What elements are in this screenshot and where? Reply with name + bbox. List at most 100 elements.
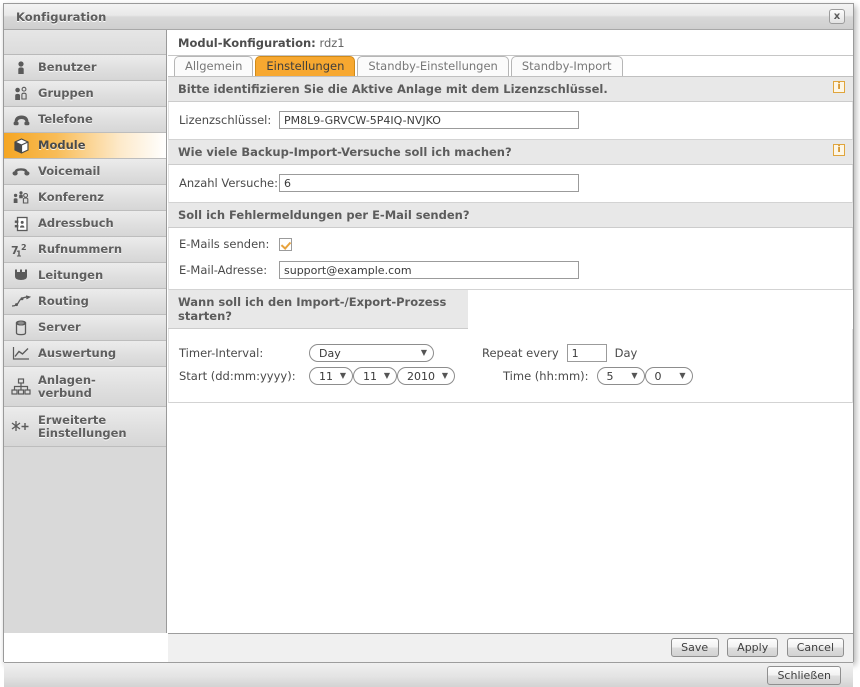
sidebar-item-label: Benutzer (38, 60, 97, 74)
email-section-heading: Soll ich Fehlermeldungen per E-Mail send… (168, 203, 853, 228)
sidebar-item-adressbuch[interactable]: Adressbuch (4, 211, 166, 237)
phone-icon (4, 113, 38, 126)
sidebar-item-label: Routing (38, 294, 89, 308)
send-emails-checkbox[interactable] (279, 237, 292, 251)
tab-einstellungen[interactable]: Einstellungen (255, 56, 356, 76)
schedule-section-body: Timer-Interval: Day ▼ Repeat every Day S… (168, 329, 853, 403)
info-icon[interactable]: i (833, 144, 845, 156)
time-minute-value: 0 (654, 369, 662, 383)
sidebar-item-label: Adressbuch (38, 216, 114, 230)
configuration-window: Konfiguration x Benutzer Gruppen Telefon… (3, 3, 854, 687)
sidebar-item-anlagenverbund[interactable]: Anlagen- verbund (4, 367, 166, 407)
attempts-section-heading: Wie viele Backup-Import-Versuche soll ic… (168, 140, 853, 165)
tab-standby-import[interactable]: Standby-Import (510, 56, 623, 76)
sidebar-item-erweiterte-einstellungen[interactable]: Erweiterte Einstellungen (4, 407, 166, 447)
sidebar-header-spacer (4, 30, 166, 55)
license-field-row: Lizenzschlüssel: (179, 111, 842, 129)
sidebar-item-rufnummern[interactable]: 712 Rufnummern (4, 237, 166, 263)
email-address-input[interactable] (279, 261, 579, 279)
time-hour-value: 5 (606, 369, 614, 383)
time-minute-select[interactable]: 0 ▼ (644, 367, 693, 385)
window-body: Benutzer Gruppen Telefone Module Voicema… (4, 30, 853, 687)
start-month-select[interactable]: 11 ▼ (353, 367, 397, 385)
license-section-heading: Bitte identifizieren Sie die Aktive Anla… (168, 77, 853, 102)
sidebar-item-label: Gruppen (38, 86, 94, 100)
sidebar-item-label: Voicemail (38, 164, 101, 178)
sidebar-item-konferenz[interactable]: Konferenz (4, 185, 166, 211)
attempts-label: Anzahl Versuche: (179, 176, 278, 190)
user-icon (4, 60, 38, 75)
attempts-section-body: Anzahl Versuche: (168, 165, 853, 203)
email-section-body: E-Mails senden: E-Mail-Adresse: (168, 228, 853, 290)
server-icon (4, 319, 38, 336)
email-address-row: E-Mail-Adresse: (179, 261, 842, 279)
send-emails-label: E-Mails senden: (179, 237, 270, 251)
attempts-field-row: Anzahl Versuche: (179, 174, 842, 192)
sidebar-item-leitungen[interactable]: Leitungen (4, 263, 166, 289)
box-icon (4, 137, 38, 154)
sidebar-item-label: Module (38, 138, 86, 152)
sidebar-item-voicemail[interactable]: Voicemail (4, 159, 166, 185)
chevron-down-icon: ▼ (383, 371, 390, 380)
tab-allgemein[interactable]: Allgemein (174, 56, 254, 76)
close-icon[interactable]: x (829, 9, 845, 24)
start-day-value: 11 (319, 369, 333, 383)
sidebar-item-routing[interactable]: Routing (4, 289, 166, 315)
repeat-unit-label: Day (614, 346, 638, 360)
window-bottom-bar: Schließen (4, 662, 853, 687)
license-key-input[interactable] (279, 111, 579, 129)
network-icon (4, 377, 38, 396)
apply-button[interactable]: Apply (727, 638, 779, 657)
info-icon[interactable]: i (833, 81, 845, 93)
sidebar-item-label: Anlagen- verbund (38, 372, 96, 400)
cancel-button[interactable]: Cancel (786, 638, 844, 657)
time-label: Time (hh:mm): (503, 369, 589, 383)
sidebar-item-gruppen[interactable]: Gruppen (4, 81, 166, 107)
sidebar-item-auswertung[interactable]: Auswertung (4, 341, 166, 367)
attempts-input[interactable] (279, 174, 579, 192)
start-day-select[interactable]: 11 ▼ (309, 367, 353, 385)
start-year-select[interactable]: 2010 ▼ (397, 367, 455, 385)
start-year-value: 2010 (407, 369, 435, 383)
addressbook-icon (4, 216, 38, 232)
time-hour-select[interactable]: 5 ▼ (596, 367, 645, 385)
email-heading-text: Soll ich Fehlermeldungen per E-Mail send… (178, 208, 470, 222)
chart-icon (4, 346, 38, 361)
start-date-label: Start (dd:mm:yyyy): (179, 369, 296, 383)
sidebar-item-telefone[interactable]: Telefone (4, 107, 166, 133)
attempts-heading-text: Wie viele Backup-Import-Versuche soll ic… (178, 145, 512, 159)
chevron-down-icon: ▼ (441, 371, 448, 380)
svg-text:2: 2 (21, 243, 27, 252)
save-button[interactable]: Save (670, 638, 719, 657)
numbers-icon: 712 (4, 242, 38, 257)
sidebar-item-label: Auswertung (38, 346, 117, 360)
sidebar-item-label: Erweiterte Einstellungen (38, 412, 127, 440)
advanced-icon (4, 419, 38, 434)
repeat-every-input[interactable] (566, 344, 607, 362)
main-content: Modul-Konfiguration: rdz1 Allgemein Einst… (168, 30, 853, 633)
sidebar-item-label: Server (38, 320, 81, 334)
sidebar-item-server[interactable]: Server (4, 315, 166, 341)
sidebar-item-label: Konferenz (38, 190, 104, 204)
module-name: rdz1 (319, 36, 345, 50)
close-button[interactable]: Schließen (767, 666, 841, 685)
timer-interval-row: Timer-Interval: Day ▼ Repeat every Day (179, 344, 842, 362)
sidebar-item-module[interactable]: Module (4, 133, 166, 159)
sidebar-item-benutzer[interactable]: Benutzer (4, 55, 166, 81)
module-header-label: Modul-Konfiguration: (178, 36, 316, 50)
schedule-section-heading: Wann soll ich den Import-/Export-Prozess… (168, 290, 468, 329)
conference-icon (4, 190, 38, 205)
chevron-down-icon: ▼ (631, 371, 638, 380)
group-icon (4, 86, 38, 101)
timer-interval-select[interactable]: Day ▼ (309, 344, 434, 362)
license-heading-text: Bitte identifizieren Sie die Aktive Anla… (178, 82, 608, 96)
timer-interval-label: Timer-Interval: (179, 346, 264, 360)
tab-standby-einstellungen[interactable]: Standby-Einstellungen (357, 56, 509, 76)
send-emails-row: E-Mails senden: (179, 237, 842, 251)
schedule-heading-text: Wann soll ich den Import-/Export-Prozess… (178, 295, 447, 323)
timer-interval-value: Day (319, 346, 341, 360)
module-header: Modul-Konfiguration: rdz1 (168, 30, 853, 56)
sidebar-item-label: Rufnummern (38, 242, 123, 256)
form-action-bar: Save Apply Cancel (168, 633, 853, 662)
license-label: Lizenzschlüssel: (179, 113, 272, 127)
